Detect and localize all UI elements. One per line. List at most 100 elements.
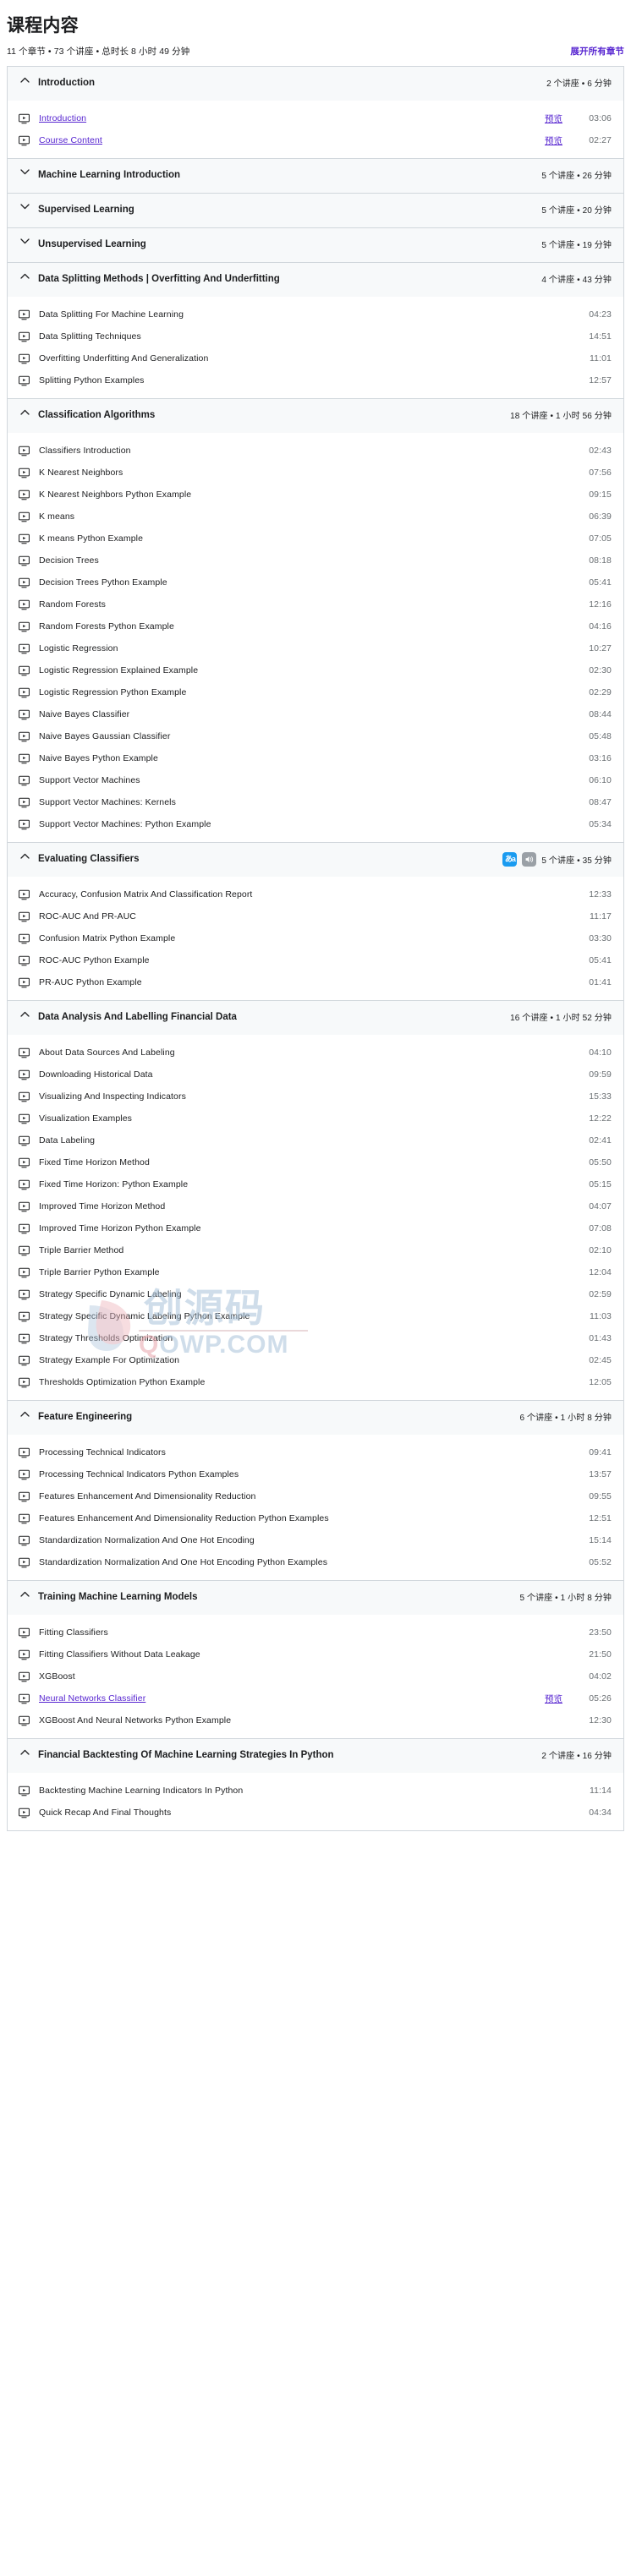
chevron-up-icon [19,1411,30,1417]
section-header[interactable]: Evaluating Classifiers あa 5 个讲座 • 35 分钟 [8,843,623,877]
lecture-row[interactable]: Splitting Python Examples 12:57 [8,369,623,391]
lecture-row[interactable]: Processing Technical Indicators 09:41 [8,1441,623,1463]
lecture-row[interactable]: Naive Bayes Python Example 03:16 [8,747,623,769]
lecture-duration: 03:30 [589,933,612,943]
video-play-icon [19,1649,30,1660]
lecture-row[interactable]: Standardization Normalization And One Ho… [8,1551,623,1573]
lecture-row[interactable]: Fixed Time Horizon Method 05:50 [8,1151,623,1173]
lecture-row[interactable]: Features Enhancement And Dimensionality … [8,1507,623,1529]
video-play-icon [19,1135,30,1146]
lecture-title: Data Labeling [39,1135,96,1146]
section-header[interactable]: Training Machine Learning Models 5 个讲座 • … [8,1581,623,1615]
lecture-row[interactable]: Triple Barrier Python Example 12:04 [8,1261,623,1283]
lecture-row[interactable]: About Data Sources And Labeling 04:10 [8,1042,623,1064]
section-header[interactable]: Introduction 2 个讲座 • 6 分钟 [8,67,623,101]
lecture-row[interactable]: PR-AUC Python Example 01:41 [8,971,623,993]
lecture-row[interactable]: Logistic Regression Python Example 02:29 [8,681,623,703]
lecture-row[interactable]: Data Labeling 02:41 [8,1129,623,1151]
section-header[interactable]: Classification Algorithms 18 个讲座 • 1 小时 5… [8,399,623,433]
preview-link[interactable]: 预览 [545,1693,562,1705]
lecture-row[interactable]: Downloading Historical Data 09:59 [8,1064,623,1086]
lecture-row[interactable]: Support Vector Machines: Kernels 08:47 [8,791,623,813]
lecture-row[interactable]: Confusion Matrix Python Example 03:30 [8,927,623,949]
lecture-row[interactable]: Strategy Specific Dynamic Labeling 02:59 [8,1283,623,1305]
lecture-row[interactable]: K means 06:39 [8,506,623,528]
lecture-row[interactable]: Support Vector Machines: Python Example 0… [8,813,623,835]
lecture-row[interactable]: Strategy Example For Optimization 02:45 [8,1349,623,1371]
lecture-row[interactable]: Backtesting Machine Learning Indicators … [8,1780,623,1802]
lecture-row[interactable]: XGBoost 04:02 [8,1665,623,1687]
lecture-row[interactable]: Data Splitting For Machine Learning 04:23 [8,304,623,325]
chevron-up-icon [19,273,30,279]
section-header[interactable]: Feature Engineering 6 个讲座 • 1 小时 8 分钟 [8,1401,623,1435]
lecture-row[interactable]: Improved Time Horizon Method 04:07 [8,1195,623,1217]
video-play-icon [19,1693,30,1704]
lecture-row[interactable]: Thresholds Optimization Python Example 12… [8,1371,623,1393]
lecture-row[interactable]: Decision Trees Python Example 05:41 [8,572,623,593]
video-play-icon [19,1069,30,1080]
section-header[interactable]: Unsupervised Learning 5 个讲座 • 19 分钟 [8,228,623,262]
section-header[interactable]: Financial Backtesting Of Machine Learnin… [8,1739,623,1773]
preview-link[interactable]: 预览 [545,134,562,147]
lecture-row[interactable]: Fitting Classifiers Without Data Leakage… [8,1643,623,1665]
lecture-row[interactable]: Introduction 预览 03:06 [8,107,623,129]
lecture-title: Visualizing And Inspecting Indicators [39,1091,186,1102]
lecture-row[interactable]: Overfitting Underfitting And Generalizat… [8,347,623,369]
lecture-row[interactable]: Logistic Regression 10:27 [8,637,623,659]
lecture-row[interactable]: XGBoost And Neural Networks Python Examp… [8,1709,623,1731]
lecture-row[interactable]: K means Python Example 07:05 [8,528,623,550]
lecture-title: Decision Trees [39,555,99,566]
lecture-row[interactable]: Fitting Classifiers 23:50 [8,1622,623,1643]
lecture-row[interactable]: Data Splitting Techniques 14:51 [8,325,623,347]
lecture-row[interactable]: Random Forests Python Example 04:16 [8,615,623,637]
lecture-duration: 06:39 [589,511,612,522]
video-play-icon [19,1671,30,1682]
lecture-duration: 05:52 [589,1557,612,1567]
lecture-row[interactable]: Random Forests 12:16 [8,593,623,615]
video-play-icon [19,1245,30,1256]
video-play-icon [19,1333,30,1344]
lecture-row[interactable]: ROC-AUC And PR-AUC 11:17 [8,905,623,927]
lecture-row[interactable]: Naive Bayes Classifier 08:44 [8,703,623,725]
lecture-row[interactable]: Fixed Time Horizon: Python Example 05:15 [8,1173,623,1195]
section-header[interactable]: Data Splitting Methods | Overfitting And… [8,263,623,297]
lecture-row[interactable]: Standardization Normalization And One Ho… [8,1529,623,1551]
section-header[interactable]: Supervised Learning 5 个讲座 • 20 分钟 [8,194,623,227]
lecture-row[interactable]: K Nearest Neighbors Python Example 09:15 [8,484,623,506]
lecture-row[interactable]: K Nearest Neighbors 07:56 [8,462,623,484]
section-header[interactable]: Data Analysis And Labelling Financial Da… [8,1001,623,1035]
preview-link[interactable]: 预览 [545,112,562,125]
lecture-row[interactable]: Improved Time Horizon Python Example 07:0… [8,1217,623,1239]
expand-all-sections-link[interactable]: 展开所有章节 [570,45,624,57]
lecture-row[interactable]: Course Content 预览 02:27 [8,129,623,151]
lecture-row[interactable]: Logistic Regression Explained Example 02:… [8,659,623,681]
section-header[interactable]: Machine Learning Introduction 5 个讲座 • 26 … [8,159,623,193]
lecture-row[interactable]: Visualizing And Inspecting Indicators 15:… [8,1086,623,1108]
lecture-row[interactable]: Features Enhancement And Dimensionality … [8,1485,623,1507]
lecture-duration: 04:07 [589,1201,612,1211]
lecture-row[interactable]: Classifiers Introduction 02:43 [8,440,623,462]
lecture-row[interactable]: Visualization Examples 12:22 [8,1108,623,1129]
lecture-row[interactable]: Processing Technical Indicators Python E… [8,1463,623,1485]
translate-badge-icon[interactable]: あa [502,852,518,867]
lecture-row[interactable]: Decision Trees 08:18 [8,550,623,572]
lecture-title: Random Forests Python Example [39,621,174,632]
lecture-title[interactable]: Neural Networks Classifier [39,1693,545,1705]
lecture-row[interactable]: Strategy Thresholds Optimization 01:43 [8,1327,623,1349]
lecture-title: Strategy Example For Optimization [39,1354,180,1365]
speaker-badge-icon[interactable] [522,852,537,867]
lecture-row[interactable]: ROC-AUC Python Example 05:41 [8,949,623,971]
lecture-row[interactable]: Naive Bayes Gaussian Classifier 05:48 [8,725,623,747]
lecture-row[interactable]: Accuracy, Confusion Matrix And Classific… [8,883,623,905]
lecture-duration: 02:59 [589,1289,612,1299]
lecture-row[interactable]: Quick Recap And Final Thoughts 04:34 [8,1802,623,1824]
lecture-title[interactable]: Course Content [39,134,545,147]
lecture-row[interactable]: Strategy Specific Dynamic Labeling Pytho… [8,1305,623,1327]
video-play-icon [19,1447,30,1458]
lecture-row[interactable]: Triple Barrier Method 02:10 [8,1239,623,1261]
lecture-row[interactable]: Neural Networks Classifier 预览 05:26 [8,1687,623,1709]
lecture-duration: 02:27 [589,135,612,145]
section-header-right: 5 个讲座 • 26 分钟 [541,168,612,181]
lecture-title[interactable]: Introduction [39,112,545,125]
lecture-row[interactable]: Support Vector Machines 06:10 [8,769,623,791]
